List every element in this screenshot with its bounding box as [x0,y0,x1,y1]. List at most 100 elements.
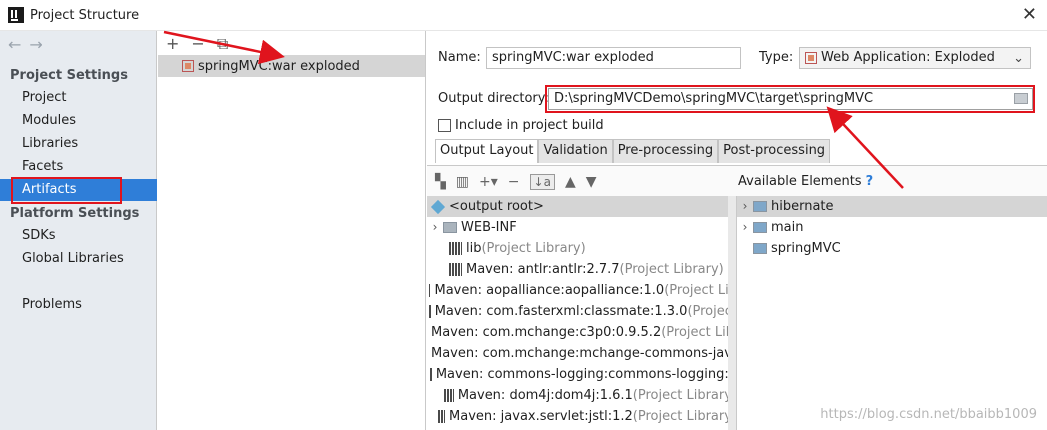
library-row[interactable]: Maven: com.mchange:mchange-commons-java [427,343,737,364]
sidebar-item-project[interactable]: Project [0,87,157,109]
title-bar: Project Structure ✕ [0,0,1047,31]
settings-sidebar: ←→ Project Settings Project Modules Libr… [0,31,157,430]
intellij-logo-icon [8,7,24,23]
remove-icon[interactable]: − [191,34,204,54]
library-icon [429,284,431,297]
nav-arrows: ←→ [8,35,51,54]
chevron-right-icon[interactable]: › [427,217,443,238]
library-row[interactable]: Maven: dom4j:dom4j:1.6.1 (Project Librar… [427,385,737,406]
library-row[interactable]: Maven: javax.servlet:jstl:1.2 (Project L… [427,406,737,427]
close-icon[interactable]: ✕ [1022,4,1037,25]
library-row[interactable]: Maven: com.mchange:c3p0:0.9.5.2 (Project… [427,322,737,343]
library-icon [429,305,431,318]
available-elements-tree: › hibernate › main springMVC [737,196,1047,430]
library-row[interactable]: lib (Project Library) [427,238,736,259]
library-icon [449,242,462,255]
tree-label-suffix: (Project Libr [661,325,737,340]
tree-label: Maven: antlr:antlr:2.7.7 [466,262,620,277]
name-input[interactable]: springMVC:war exploded [486,47,741,69]
artifacts-list-panel: + − ⧉ springMVC:war exploded [158,31,426,430]
tree-label: Maven: com.mchange:mchange-commons-java [431,346,737,361]
tree-label: Maven: commons-logging:commons-logging:1 [435,367,737,382]
library-row[interactable]: Maven: antlr:antlr:2.7.7 (Project Librar… [427,259,736,280]
back-arrow-icon[interactable]: ← [8,35,29,54]
config-tabs: Output Layout Validation Pre-processing … [435,139,831,163]
add-icon[interactable]: + [166,34,179,54]
available-elements-header: Available Elements? [738,174,873,189]
move-up-icon[interactable]: ▲ [565,174,576,190]
tab-output-layout[interactable]: Output Layout [435,139,539,163]
tree-label: <output root> [449,199,544,214]
artifact-config-panel: Name: springMVC:war exploded Type: Web A… [427,31,1047,430]
name-label: Name: [438,50,481,65]
highlight-box-output-dir [545,85,1035,113]
sidebar-item-modules[interactable]: Modules [0,110,157,132]
output-layout-tree: <output root> › WEB-INF lib (Project Librar… [427,196,737,430]
tree-label: Maven: javax.servlet:jstl:1.2 [449,409,633,424]
folder-row[interactable]: › WEB-INF [427,217,736,238]
sidebar-item-facets[interactable]: Facets [0,156,157,178]
type-label: Type: [759,50,794,65]
available-element-row[interactable]: › main [737,217,1047,238]
layout-toolbar: ▚ ▥ +▾ − ↓a ▲ ▼ [435,174,597,190]
tree-label-suffix: (Project Library) [619,262,724,277]
type-value: Web Application: Exploded [821,50,995,65]
watermark: https://blog.csdn.net/bbaibb1009 [820,407,1037,422]
vertical-scrollbar[interactable] [728,196,736,430]
war-type-icon [805,52,817,64]
library-icon [438,410,446,423]
tree-label: Maven: aopalliance:aopalliance:1.0 [434,283,665,298]
window-title: Project Structure [30,7,140,23]
sidebar-item-problems[interactable]: Problems [0,294,157,316]
tab-pre-processing[interactable]: Pre-processing [612,139,719,163]
available-element-row[interactable]: springMVC [737,238,1047,259]
available-element-row[interactable]: › hibernate [737,196,1047,217]
library-row[interactable]: Maven: com.fasterxml:classmate:1.3.0 (Pr… [427,301,736,322]
remove-element-icon[interactable]: − [508,174,520,190]
tree-label: WEB-INF [461,220,517,235]
tree-label: Maven: com.mchange:c3p0:0.9.5.2 [431,325,662,340]
tree-label-suffix: (Project Lib [664,283,737,298]
tree-label: hibernate [771,199,834,214]
sort-icon[interactable]: ↓a [529,174,555,190]
module-folder-icon [753,201,767,212]
type-select[interactable]: Web Application: Exploded ⌄ [799,47,1031,69]
project-settings-heading: Project Settings [10,68,128,83]
chevron-down-icon: ⌄ [1013,51,1024,66]
available-elements-label: Available Elements [738,174,862,189]
tab-post-processing[interactable]: Post-processing [718,139,831,163]
include-in-build-checkbox[interactable] [438,119,451,132]
include-in-build-label: Include in project build [455,118,604,133]
new-folder-icon[interactable]: ▚ [435,174,446,190]
tree-label-suffix: (Project Library) [481,241,586,256]
artifact-list-item[interactable]: springMVC:war exploded [158,55,425,77]
output-root-row[interactable]: <output root> [427,196,736,217]
tree-label-suffix: (Project Library) [632,409,737,424]
copy-icon[interactable]: ⧉ [217,34,228,54]
add-element-icon[interactable]: +▾ [479,174,498,190]
forward-arrow-icon[interactable]: → [29,35,50,54]
chevron-right-icon[interactable]: › [737,196,753,217]
move-down-icon[interactable]: ▼ [586,174,597,190]
sidebar-item-libraries[interactable]: Libraries [0,133,157,155]
tree-label: springMVC [771,241,841,256]
artifacts-toolbar: + − ⧉ [166,34,228,54]
folder-icon [443,222,457,233]
module-folder-icon [753,222,767,233]
help-icon[interactable]: ? [866,174,874,189]
output-directory-label: Output directory: [438,91,549,106]
tree-label: lib [466,241,482,256]
platform-settings-heading: Platform Settings [10,206,140,221]
tree-label: Maven: com.fasterxml:classmate:1.3.0 [434,304,688,319]
library-row[interactable]: Maven: aopalliance:aopalliance:1.0 (Proj… [427,280,737,301]
chevron-right-icon[interactable]: › [737,217,753,238]
tree-label-suffix: (Project Library) [632,388,737,403]
library-icon [430,368,432,381]
sidebar-item-global-libraries[interactable]: Global Libraries [0,248,157,270]
library-icon [449,263,462,276]
sidebar-item-sdks[interactable]: SDKs [0,225,157,247]
tree-label: main [771,220,804,235]
library-row[interactable]: Maven: commons-logging:commons-logging:1 [427,364,737,385]
tab-validation[interactable]: Validation [538,139,613,163]
archive-icon[interactable]: ▥ [456,174,469,190]
